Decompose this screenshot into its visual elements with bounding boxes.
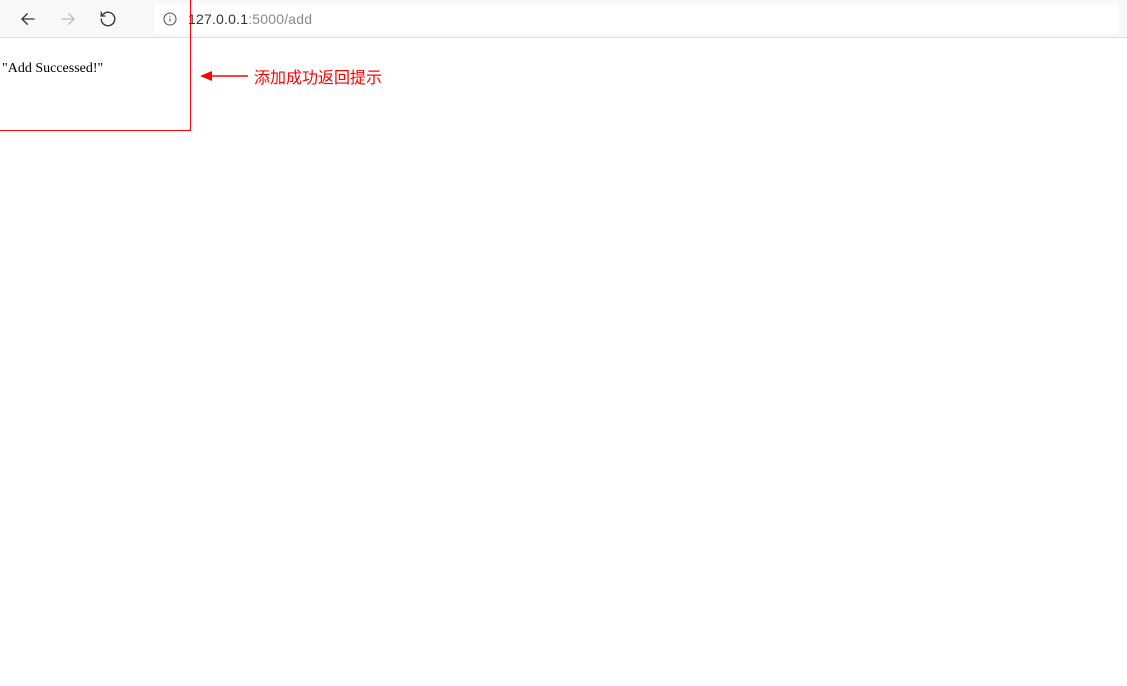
info-icon	[162, 11, 178, 27]
back-button[interactable]	[16, 7, 40, 31]
site-info-button[interactable]	[160, 9, 180, 29]
reload-button[interactable]	[96, 7, 120, 31]
arrow-left-icon	[19, 10, 37, 28]
annotation-arrow-icon	[200, 66, 250, 86]
browser-toolbar: 127.0.0.1:5000/add	[0, 0, 1127, 38]
reload-icon	[99, 10, 117, 28]
url-display: 127.0.0.1:5000/add	[188, 11, 312, 27]
url-host: 127.0.0.1	[188, 11, 248, 27]
arrow-right-icon	[59, 10, 77, 28]
page-content: "Add Successed!" 添加成功返回提示	[0, 38, 1127, 686]
response-text: "Add Successed!"	[2, 61, 103, 77]
forward-button[interactable]	[56, 7, 80, 31]
nav-buttons	[8, 7, 128, 31]
annotation-label: 添加成功返回提示	[254, 64, 382, 88]
address-bar[interactable]: 127.0.0.1:5000/add	[154, 4, 1119, 34]
url-path: :5000/add	[248, 11, 312, 27]
